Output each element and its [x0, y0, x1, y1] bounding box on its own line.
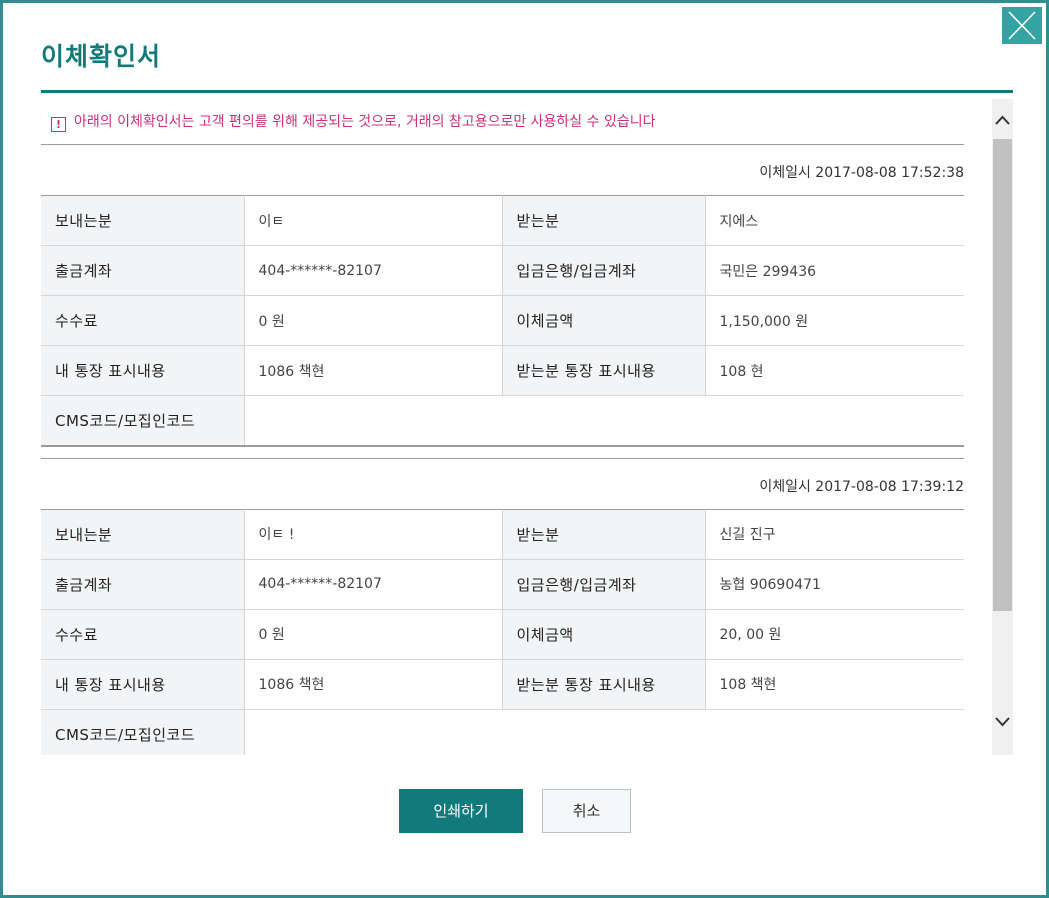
transfer-detail-table: 보내는분 이ㅌ ! 받는분 신길 진구 출금계좌 404-******-8210…	[41, 508, 964, 755]
receiver-memo-value: 108 현	[705, 345, 964, 396]
table-row: CMS코드/모집인코드	[41, 709, 964, 755]
amount-value: 20, 00 원	[705, 609, 964, 660]
table-row: 보내는분 이ㅌ 받는분 지에스	[41, 195, 964, 246]
amount-value: 1,150,000 원	[705, 295, 964, 346]
my-memo-label: 내 통장 표시내용	[41, 659, 245, 710]
records-scroll-area[interactable]: ! 아래의 이체확인서는 고객 편의를 위해 제공되는 것으로, 거래의 참고용으…	[41, 99, 1013, 755]
table-row: CMS코드/모집인코드	[41, 395, 964, 447]
withdraw-account-value: 404-******-82107	[244, 245, 503, 296]
receiver-value: 지에스	[705, 195, 964, 246]
notice-message: ! 아래의 이체확인서는 고객 편의를 위해 제공되는 것으로, 거래의 참고용으…	[41, 99, 964, 145]
dialog-title: 이체확인서	[41, 42, 162, 71]
sender-label: 보내는분	[41, 508, 245, 560]
cancel-button[interactable]: 취소	[542, 789, 631, 833]
fee-value: 0 원	[244, 295, 503, 346]
receiver-value: 신길 진구	[705, 508, 964, 560]
receiver-memo-label: 받는분 통장 표시내용	[502, 345, 706, 396]
table-row: 출금계좌 404-******-82107 입금은행/입금계좌 농협 90690…	[41, 559, 964, 610]
sender-label: 보내는분	[41, 195, 245, 246]
cms-code-value	[244, 395, 964, 447]
withdraw-account-label: 출금계좌	[41, 245, 245, 296]
withdraw-account-value: 404-******-82107	[244, 559, 503, 610]
print-button[interactable]: 인쇄하기	[399, 789, 523, 833]
receiver-memo-value: 108 책현	[705, 659, 964, 710]
table-row: 내 통장 표시내용 1086 책현 받는분 통장 표시내용 108 현	[41, 345, 964, 396]
title-divider	[41, 90, 1013, 93]
cms-code-label: CMS코드/모집인코드	[41, 709, 245, 755]
deposit-account-label: 입금은행/입금계좌	[502, 245, 706, 296]
sender-value: 이ㅌ	[244, 195, 503, 246]
table-row: 내 통장 표시내용 1086 책현 받는분 통장 표시내용 108 책현	[41, 659, 964, 710]
withdraw-account-label: 출금계좌	[41, 559, 245, 610]
table-row: 수수료 0 원 이체금액 20, 00 원	[41, 609, 964, 660]
amount-label: 이체금액	[502, 609, 706, 660]
warning-icon: !	[51, 117, 66, 132]
scroll-up-button[interactable]	[992, 99, 1013, 137]
transfer-detail-table: 보내는분 이ㅌ 받는분 지에스 출금계좌 404-******-82107 입금…	[41, 195, 964, 447]
cms-code-label: CMS코드/모집인코드	[41, 395, 245, 447]
transfer-datetime: 이체일시 2017-08-08 17:52:38	[759, 165, 964, 181]
fee-label: 수수료	[41, 609, 245, 660]
record-separator	[41, 447, 964, 459]
receiver-label: 받는분	[502, 508, 706, 560]
amount-label: 이체금액	[502, 295, 706, 346]
receiver-memo-label: 받는분 통장 표시내용	[502, 659, 706, 710]
transfer-confirmation-dialog: 이체확인서 ! 아래의 이체확인서는 고객 편의를 위해 제공되는 것으로, 거래…	[0, 0, 1049, 898]
cms-code-value	[244, 709, 964, 755]
notice-text: 아래의 이체확인서는 고객 편의를 위해 제공되는 것으로, 거래의 참고용으로…	[74, 114, 656, 130]
fee-label: 수수료	[41, 295, 245, 346]
scroll-down-button[interactable]	[992, 705, 1013, 743]
table-row: 수수료 0 원 이체금액 1,150,000 원	[41, 295, 964, 346]
my-memo-value: 1086 책현	[244, 345, 503, 396]
close-icon	[1008, 11, 1036, 40]
deposit-account-label: 입금은행/입금계좌	[502, 559, 706, 610]
sender-value: 이ㅌ !	[244, 508, 503, 560]
fee-value: 0 원	[244, 609, 503, 660]
close-button[interactable]	[1002, 7, 1042, 44]
transfer-record: 이체일시 2017-08-08 17:52:38 보내는분 이ㅌ 받는분 지에스…	[41, 145, 964, 459]
transfer-record: 이체일시 2017-08-08 17:39:12 보내는분 이ㅌ ! 받는분 신…	[41, 459, 964, 755]
deposit-account-value: 농협 90690471	[705, 559, 964, 610]
chevron-down-icon	[995, 717, 1010, 727]
vertical-scrollbar[interactable]	[992, 99, 1013, 755]
receiver-label: 받는분	[502, 195, 706, 246]
deposit-account-value: 국민은 299436	[705, 245, 964, 296]
table-row: 보내는분 이ㅌ ! 받는분 신길 진구	[41, 508, 964, 560]
my-memo-label: 내 통장 표시내용	[41, 345, 245, 396]
scroll-thumb[interactable]	[993, 139, 1012, 611]
table-row: 출금계좌 404-******-82107 입금은행/입금계좌 국민은 2994…	[41, 245, 964, 296]
my-memo-value: 1086 책현	[244, 659, 503, 710]
transfer-datetime: 이체일시 2017-08-08 17:39:12	[759, 478, 964, 495]
chevron-up-icon	[995, 115, 1010, 125]
